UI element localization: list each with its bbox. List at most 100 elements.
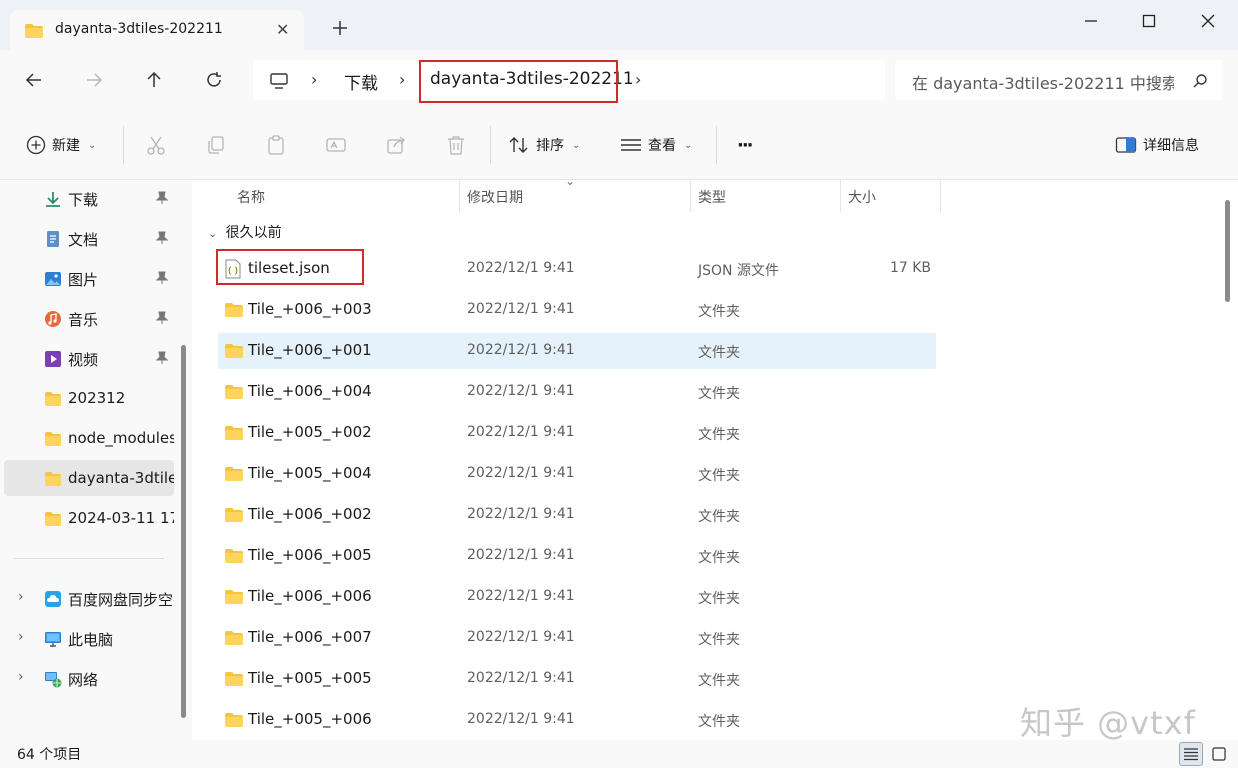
chevron-right-icon[interactable]: › (18, 589, 24, 605)
file-list-scrollbar[interactable] (1225, 200, 1230, 302)
file-row[interactable]: tileset.json 2022/12/1 9:41 JSON 源文件 17 KB (216, 249, 936, 287)
file-size: 17 KB (889, 260, 931, 276)
arrow-up-icon (147, 71, 161, 87)
share-icon[interactable] (385, 134, 407, 156)
new-tab-button[interactable] (330, 18, 350, 38)
sidebar-item-music[interactable]: 音乐 (4, 300, 174, 336)
file-row[interactable]: Tile_+005_+006 2022/12/1 9:41 文件夹 (218, 702, 936, 738)
file-name: Tile_+006_+001 (248, 341, 372, 359)
chevron-right-icon[interactable]: › (635, 70, 641, 89)
refresh-button[interactable] (202, 68, 226, 92)
sort-button-label: 排序 (536, 138, 564, 154)
file-type: 文件夹 (698, 550, 740, 566)
details-pane-button[interactable]: 详细信息 (1115, 134, 1199, 156)
sidebar-item-pictures[interactable]: 图片 (4, 260, 174, 296)
view-button[interactable]: 查看 ⌄ (620, 134, 692, 156)
chevron-right-icon[interactable]: › (311, 70, 317, 89)
search-placeholder[interactable]: 在 dayanta-3dtiles-202211 中搜索 (912, 70, 1174, 94)
pin-icon[interactable] (156, 311, 168, 325)
sidebar-item-2024-03-11[interactable]: 2024-03-11 17 (4, 500, 174, 536)
file-name: Tile_+005_+004 (248, 464, 372, 482)
address-bar[interactable]: › 下载 › dayanta-3dtiles-202211 › (253, 60, 885, 103)
file-name: Tile_+006_+007 (248, 628, 372, 646)
sidebar-item-baidu-netdisk[interactable]: › 百度网盘同步空 (4, 580, 174, 616)
highlight-box (216, 249, 364, 285)
file-list: 名称 修改日期 ⌄ 类型 大小 ⌄ 很久以前 tileset.json 2022/… (192, 174, 1238, 742)
sidebar-item-documents[interactable]: 文档 (4, 220, 174, 256)
chevron-right-icon[interactable]: › (399, 70, 405, 89)
column-header-size[interactable]: 大小 (840, 180, 940, 212)
tab-close-icon[interactable]: ✕ (276, 20, 289, 39)
file-row[interactable]: Tile_+006_+004 2022/12/1 9:41 文件夹 (218, 374, 936, 410)
sidebar-item-dayanta-3dtiles[interactable]: dayanta-3dtiles (4, 460, 174, 496)
chevron-right-icon[interactable]: › (18, 669, 24, 685)
back-button[interactable] (22, 68, 46, 92)
file-row[interactable]: Tile_+006_+001 2022/12/1 9:41 文件夹 (218, 333, 936, 369)
file-date: 2022/12/1 9:41 (467, 424, 575, 440)
group-header[interactable]: ⌄ 很久以前 (208, 222, 282, 244)
forward-button[interactable] (82, 68, 106, 92)
paste-icon[interactable] (265, 134, 287, 156)
computer-icon[interactable] (269, 72, 289, 94)
folder-icon (224, 384, 244, 404)
chevron-right-icon[interactable]: › (18, 629, 24, 645)
file-type: 文件夹 (698, 591, 740, 607)
arrow-left-icon (25, 73, 41, 87)
column-header-name[interactable]: 名称 (229, 180, 459, 212)
search-icon[interactable] (1192, 73, 1208, 93)
file-row[interactable]: Tile_+006_+002 2022/12/1 9:41 文件夹 (218, 497, 936, 533)
column-divider[interactable] (940, 180, 941, 212)
tab-title: dayanta-3dtiles-202211 (55, 21, 223, 37)
file-name: Tile_+005_+006 (248, 710, 372, 728)
rename-icon[interactable] (325, 134, 347, 156)
sidebar-item-label: 2024-03-11 17 (68, 509, 174, 527)
view-list-icon (621, 139, 641, 151)
new-button[interactable]: 新建 ⌄ (26, 134, 96, 156)
delete-icon[interactable] (445, 134, 467, 156)
pin-icon[interactable] (156, 351, 168, 365)
close-icon (1201, 14, 1215, 28)
file-row[interactable]: Tile_+006_+007 2022/12/1 9:41 文件夹 (218, 620, 936, 656)
cut-icon[interactable] (145, 134, 167, 156)
up-button[interactable] (142, 68, 166, 92)
minimize-button[interactable] (1080, 10, 1102, 32)
more-options-button[interactable]: ··· (737, 134, 753, 156)
file-name: Tile_+006_+006 (248, 587, 372, 605)
sidebar-item-202312[interactable]: 202312 (4, 380, 174, 416)
close-window-button[interactable] (1197, 10, 1219, 32)
copy-icon[interactable] (205, 134, 227, 156)
column-header-modified[interactable]: 修改日期 ⌄ (459, 174, 690, 212)
file-date: 2022/12/1 9:41 (467, 588, 575, 604)
file-row[interactable]: Tile_+005_+005 2022/12/1 9:41 文件夹 (218, 661, 936, 697)
sort-button[interactable]: 排序 ⌄ (508, 134, 580, 156)
file-row[interactable]: Tile_+005_+004 2022/12/1 9:41 文件夹 (218, 456, 936, 492)
sidebar-item-videos[interactable]: 视频 (4, 340, 174, 376)
file-type: 文件夹 (698, 468, 740, 484)
breadcrumb-downloads[interactable]: 下载 (344, 69, 378, 94)
pin-icon[interactable] (156, 191, 168, 205)
pin-icon[interactable] (156, 271, 168, 285)
sidebar-item-this-pc[interactable]: › 此电脑 (4, 620, 174, 656)
file-row[interactable]: Tile_+005_+002 2022/12/1 9:41 文件夹 (218, 415, 936, 451)
group-label: 很久以前 (225, 225, 282, 241)
maximize-button[interactable] (1138, 10, 1160, 32)
navigation-bar: › 下载 › dayanta-3dtiles-202211 › 在 dayant… (0, 50, 1238, 110)
download-icon (46, 192, 60, 207)
folder-icon (45, 512, 61, 526)
sidebar-scrollbar[interactable] (181, 345, 186, 718)
sidebar-item-downloads[interactable]: 下载 (4, 180, 174, 216)
file-type: 文件夹 (698, 427, 740, 443)
folder-icon (45, 392, 61, 406)
details-view-button[interactable] (1179, 742, 1203, 766)
column-header-type[interactable]: 类型 (690, 180, 840, 212)
file-row[interactable]: Tile_+006_+005 2022/12/1 9:41 文件夹 (218, 538, 936, 574)
sidebar-item-node-modules[interactable]: node_modules (4, 420, 174, 456)
tab-current[interactable]: dayanta-3dtiles-202211 ✕ (10, 10, 304, 50)
file-row[interactable]: Tile_+006_+006 2022/12/1 9:41 文件夹 (218, 579, 936, 615)
sidebar-item-network[interactable]: › 网络 (4, 660, 174, 696)
search-box[interactable]: 在 dayanta-3dtiles-202211 中搜索 (895, 60, 1223, 100)
file-type: JSON 源文件 (698, 263, 779, 279)
pin-icon[interactable] (156, 231, 168, 245)
thumbnail-view-button[interactable] (1207, 742, 1231, 766)
file-row[interactable]: Tile_+006_+003 2022/12/1 9:41 文件夹 (218, 292, 936, 328)
